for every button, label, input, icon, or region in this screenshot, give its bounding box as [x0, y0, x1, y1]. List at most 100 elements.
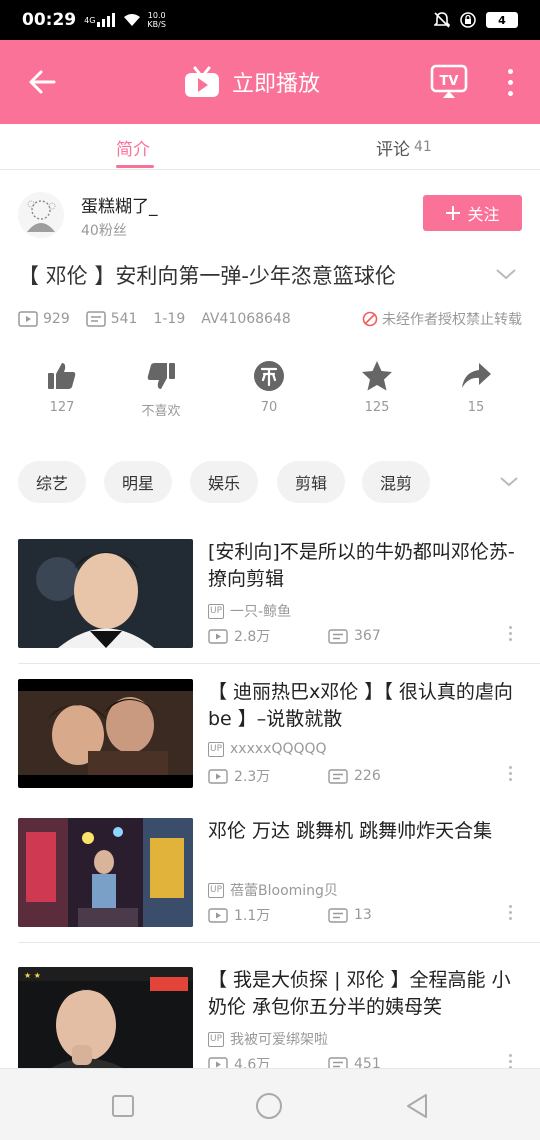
video-thumbnail — [18, 818, 193, 927]
nav-back-button[interactable] — [402, 1091, 432, 1121]
like-button[interactable]: 127 — [22, 360, 102, 415]
tv-cast-button[interactable]: TV — [430, 64, 468, 100]
up-badge: UP — [208, 603, 225, 619]
thumb-up-icon — [48, 363, 76, 389]
avatar[interactable] — [18, 192, 64, 238]
share-icon — [462, 363, 491, 388]
view-count: 1.1万 — [208, 905, 270, 925]
uploader: UP 我被可爱绑架啦 — [208, 1029, 328, 1049]
tag-item[interactable]: 明星 — [104, 461, 173, 503]
plus-icon — [446, 206, 461, 220]
tag-item[interactable]: 综艺 — [18, 461, 87, 503]
video-thumbnail — [18, 679, 193, 788]
bell-muted-icon — [434, 12, 450, 28]
lock-rotation-icon — [460, 12, 476, 28]
video-thumbnail — [18, 539, 193, 648]
av-number: AV41068648 — [201, 311, 291, 327]
related-video-item[interactable]: 邓伦 万达 跳舞机 跳舞帅炸天合集 UP 蓓蕾Blooming贝 1.1万 13 — [18, 804, 540, 942]
chevron-down-icon — [496, 269, 516, 280]
network-speed: 10.0 KB/S — [147, 11, 166, 29]
status-bar: 00:29 4G 10.0 KB/S 4 — [0, 0, 540, 40]
chevron-down-icon — [500, 477, 518, 487]
video-stats: 2.3万 226 — [208, 766, 520, 786]
uploader-name: 我被可爱绑架啦 — [230, 1032, 329, 1048]
play-count-icon — [208, 628, 228, 644]
page-title: 立即播放 — [232, 72, 321, 97]
publish-date: 1-19 — [153, 311, 186, 327]
tag-item[interactable]: 混剪 — [362, 461, 431, 503]
thumb-down-icon — [147, 363, 175, 389]
battery-icon: 4 — [486, 12, 518, 28]
more-options-button[interactable] — [498, 64, 522, 100]
tag-item[interactable]: 娱乐 — [190, 461, 259, 503]
item-more-button[interactable] — [504, 900, 516, 924]
up-badge: UP — [208, 741, 225, 757]
tv-play-icon — [185, 66, 219, 97]
view-count: 2.3万 — [208, 766, 270, 786]
forbidden-icon — [362, 311, 378, 327]
svg-text:★ ★: ★ ★ — [24, 971, 41, 980]
square-icon — [112, 1095, 134, 1117]
danmaku-icon — [328, 907, 348, 923]
view-count: 2.8万 — [208, 626, 270, 646]
action-bar: 127 不喜欢 70 125 15 — [0, 360, 540, 430]
related-video-item[interactable]: 【 迪丽热巴x邓伦 】【 很认真的虐向 be 】–说散就散 UP xxxxxQQ… — [18, 665, 540, 803]
play-count-icon — [18, 311, 38, 327]
author-fans: 40粉丝 — [81, 223, 127, 239]
tab-intro[interactable]: 简介 — [116, 124, 154, 170]
circle-icon — [256, 1093, 282, 1119]
video-stats: 2.8万 367 — [208, 626, 520, 646]
svg-text:TV: TV — [440, 74, 459, 89]
triangle-back-icon — [407, 1094, 427, 1118]
divider — [18, 942, 540, 943]
dislike-button[interactable]: 不喜欢 — [121, 360, 201, 419]
arrow-left-icon — [29, 70, 56, 94]
item-more-button[interactable] — [504, 761, 516, 785]
comment-count: 41 — [414, 139, 432, 155]
author-name[interactable]: 蛋糕糊了_ — [81, 192, 158, 217]
home-button[interactable] — [254, 1091, 284, 1121]
tag-item[interactable]: 剪辑 — [277, 461, 346, 503]
up-badge: UP — [208, 882, 225, 898]
title-bar: 立即播放 TV — [0, 40, 540, 124]
status-time: 00:29 — [22, 10, 77, 30]
expand-tags-button[interactable] — [498, 473, 520, 491]
uploader-name: 蓓蕾Blooming贝 — [230, 883, 338, 899]
tab-bar: 简介 评论 41 — [0, 124, 540, 170]
tab-comments[interactable]: 评论 41 — [376, 124, 432, 170]
tag-list: 综艺 明星 娱乐 剪辑 混剪 — [18, 461, 522, 503]
active-tab-indicator — [116, 165, 154, 168]
back-button[interactable] — [24, 62, 60, 102]
related-video-title: 【 迪丽热巴x邓伦 】【 很认真的虐向 be 】–说散就散 — [208, 681, 513, 730]
author-section: 蛋糕糊了_ 40粉丝 关注 — [18, 190, 522, 242]
danmaku-count: 367 — [328, 628, 381, 644]
related-video-item[interactable]: [安利向]不是所以的牛奶都叫邓伦苏-撩向剪辑 UP 一只-鲸鱼 2.8万 367 — [18, 525, 540, 663]
video-stats: 1.1万 13 — [208, 905, 520, 925]
related-video-title: [安利向]不是所以的牛奶都叫邓伦苏-撩向剪辑 — [208, 541, 515, 590]
divider — [18, 663, 540, 664]
expand-description-button[interactable] — [494, 264, 518, 284]
danmaku-icon — [85, 311, 106, 327]
network-type: 4G — [84, 15, 96, 25]
play-now-button[interactable]: 立即播放 — [184, 62, 320, 102]
related-video-title: 【 我是大侦探 | 邓伦 】全程高能 小奶伦 承包你五分半的姨母笑 — [208, 969, 511, 1018]
coin-button[interactable]: 70 — [229, 360, 309, 415]
danmaku-count: 541 — [85, 311, 137, 327]
view-count: 929 — [18, 311, 70, 327]
no-repost-notice: 未经作者授权禁止转载 — [362, 309, 522, 329]
follow-button[interactable]: 关注 — [423, 195, 522, 231]
uploader: UP 蓓蕾Blooming贝 — [208, 880, 338, 900]
play-count-icon — [208, 907, 228, 923]
item-more-button[interactable] — [504, 621, 516, 645]
danmaku-icon — [328, 768, 348, 784]
signal-icon — [97, 13, 116, 27]
share-button[interactable]: 15 — [436, 360, 516, 415]
wifi-icon — [124, 14, 141, 26]
star-icon — [362, 361, 392, 391]
recent-apps-button[interactable] — [108, 1091, 138, 1121]
danmaku-count: 13 — [328, 907, 372, 923]
video-meta: 929 541 1-19 AV41068648 未经作者授权禁止转载 — [18, 308, 522, 330]
danmaku-icon — [328, 628, 348, 644]
favorite-button[interactable]: 125 — [337, 360, 417, 415]
tv-cast-icon: TV — [430, 64, 468, 98]
